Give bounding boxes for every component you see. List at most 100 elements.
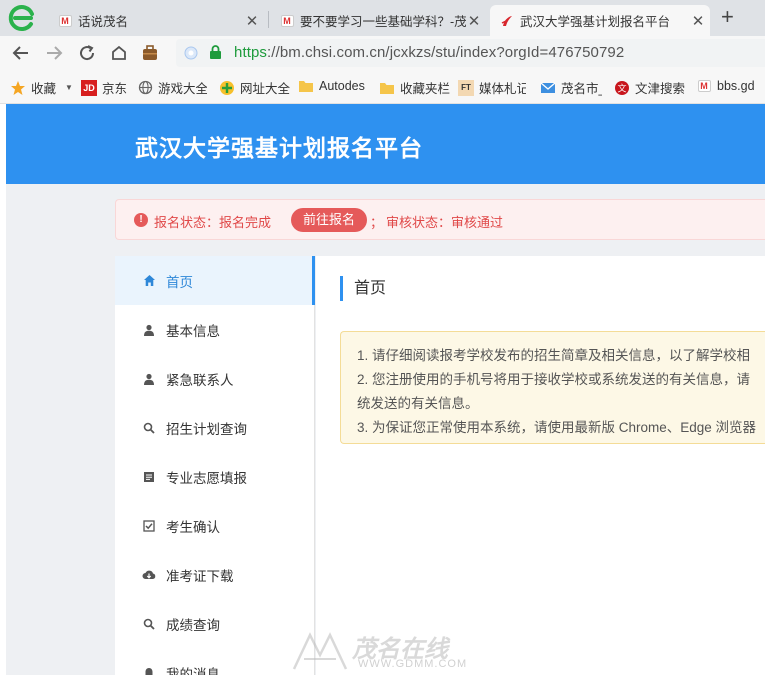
watermark-url: WWW.GDMM.COM [358, 658, 468, 670]
close-icon[interactable]: ✕ [690, 12, 706, 30]
lock-icon [210, 45, 221, 59]
back-button[interactable] [9, 41, 33, 65]
sidebar-item-emergency-contact[interactable]: 紧急联系人 [115, 354, 313, 403]
tab-title: 话说茂名 [78, 15, 129, 29]
watermark-logo-icon [292, 632, 348, 670]
folder-icon [298, 78, 314, 94]
bookmark-label: 媒体札记 [479, 82, 526, 96]
tab-title: 要不要学习一些基础学科？-茂名 [300, 15, 466, 29]
tab-whu-active[interactable]: 武汉大学强基计划报名平台 ✕ [490, 5, 710, 36]
notice-line-2-cont: 统发送的有关信息。 [357, 396, 479, 411]
bookmark-autodesk[interactable]: Autodes [298, 78, 366, 94]
sidebar-item-messages[interactable]: 我的消息 [115, 648, 313, 675]
go-register-button[interactable]: 前往报名 [291, 208, 368, 232]
star-icon [10, 80, 26, 96]
bookmark-wenjin[interactable]: 文 文津搜索 [614, 78, 685, 97]
notice-box: 1. 请仔细阅读报考学校发布的招生简章及相关信息，以了解学校相 2. 您注册使用… [340, 331, 765, 444]
sidebar-item-label: 基本信息 [166, 323, 220, 339]
sidebar-item-admission-ticket[interactable]: 准考证下载 [115, 550, 313, 599]
review-status: 审核状态：审核通过 [386, 215, 504, 230]
ft-icon: FT [458, 79, 474, 96]
page-left-strip [0, 104, 6, 675]
close-icon[interactable]: ✕ [244, 12, 260, 30]
arrow-left-icon [12, 46, 28, 60]
site-info-icon [184, 46, 198, 60]
tab-separator [268, 11, 269, 28]
sidebar-item-score-query[interactable]: 成绩查询 [115, 599, 313, 648]
sidebar-item-basic-info[interactable]: 基本信息 [115, 305, 313, 354]
bookmark-shoucang[interactable]: 收藏 ▼ [10, 78, 73, 97]
url-text[interactable]: https://bm.chsi.com.cn/jcxkzs/stu/index?… [234, 44, 624, 61]
folder-icon [379, 80, 395, 96]
browser-logo-icon[interactable] [7, 3, 37, 33]
sidebar-menu: 首页 基本信息 紧急联系人 招生计划查询 专业志愿填报 考生确认 准考证下载 成… [115, 256, 315, 675]
page-title: 武汉大学强基计划报名平台 [135, 135, 423, 161]
home-button[interactable] [107, 41, 131, 65]
bookmark-label: 收藏夹栏 [400, 82, 451, 96]
globe-icon [137, 80, 153, 96]
bookmark-meiti[interactable]: FT 媒体札记 [458, 78, 526, 97]
sites-icon [219, 80, 235, 96]
bookmark-label: bbs.gd [717, 79, 755, 93]
site-header: 武汉大学强基计划报名平台 [6, 104, 765, 184]
svg-text:文: 文 [617, 82, 626, 94]
sidebar-item-plan-query[interactable]: 招生计划查询 [115, 403, 313, 452]
bookmark-label: 茂名市_ [561, 82, 602, 96]
main-panel [316, 256, 765, 675]
wenjin-icon: 文 [614, 80, 630, 96]
bookmark-label: 文津搜索 [635, 82, 686, 96]
forward-button[interactable] [42, 41, 66, 65]
bookmark-jd[interactable]: JD 京东 [81, 78, 127, 97]
search-icon [142, 617, 156, 631]
sidebar-item-major-application[interactable]: 专业志愿填报 [115, 452, 313, 501]
sidebar-item-label: 准考证下载 [166, 568, 234, 584]
sidebar-divider [314, 305, 315, 675]
status-separator: ； [370, 215, 384, 230]
reload-icon [80, 45, 95, 61]
bookmarks-bar: 收藏 ▼ JD 京东 游戏大全 网址大全 Autodes 收藏夹栏 FT 媒体札… [0, 70, 765, 104]
bookmark-label: Autodes [319, 79, 365, 93]
form-icon [142, 470, 156, 484]
registration-status: 报名状态：报名完成 [154, 215, 272, 230]
reload-button[interactable] [75, 41, 99, 65]
bookmark-bbs[interactable]: M bbs.gd [696, 78, 756, 94]
jd-icon: JD [81, 79, 97, 96]
briefcase-icon [143, 45, 157, 60]
home-icon [112, 45, 126, 60]
mail-icon [540, 80, 556, 96]
bookmark-label: 游戏大全 [158, 82, 207, 96]
briefcase-button[interactable] [138, 41, 162, 65]
notice-line-1: 1. 请仔细阅读报考学校发布的招生简章及相关信息，以了解学校相 [357, 348, 751, 363]
address-bar[interactable]: https://bm.chsi.com.cn/jcxkzs/stu/index?… [176, 39, 765, 67]
bookmark-label: 京东 [102, 82, 128, 96]
tab-huashuo[interactable]: M 话说茂名 ✕ [50, 5, 264, 36]
check-square-icon [142, 519, 156, 533]
bookmark-wangzhi[interactable]: 网址大全 [219, 78, 290, 97]
sidebar-item-label: 成绩查询 [166, 617, 220, 633]
sidebar-item-home[interactable]: 首页 [115, 256, 313, 305]
bookmark-label: 收藏 [31, 82, 57, 96]
tab-title: 武汉大学强基计划报名平台 [520, 15, 671, 29]
url-path: ://bm.chsi.com.cn/jcxkzs/stu/index?orgId… [267, 44, 625, 61]
bookmark-maoming[interactable]: 茂名市_ [540, 78, 602, 97]
active-indicator [312, 256, 315, 305]
bell-icon [142, 666, 156, 675]
sidebar-item-label: 我的消息 [166, 666, 220, 675]
tab-jichu[interactable]: M 要不要学习一些基础学科？-茂名 ✕ [272, 5, 486, 36]
notice-line-2: 2. 您注册使用的手机号将用于接收学校或系统发送的有关信息，请 [357, 372, 751, 387]
bookmark-youxi[interactable]: 游戏大全 [137, 78, 207, 97]
notice-line-3: 3. 为保证您正常使用本系统，请使用最新版 Chrome、Edge 浏览器 [357, 420, 757, 435]
sidebar-item-label: 招生计划查询 [166, 421, 247, 437]
close-icon[interactable]: ✕ [466, 12, 482, 30]
chevron-down-icon[interactable]: ▼ [65, 83, 73, 92]
address-toolbar: https://bm.chsi.com.cn/jcxkzs/stu/index?… [0, 36, 765, 70]
m-site-icon: M [280, 14, 294, 28]
new-tab-button[interactable]: + [721, 5, 734, 29]
status-alert: ! 报名状态：报名完成 前往报名 ； 审核状态：审核通过 [115, 199, 765, 240]
tab-strip: M 话说茂名 ✕ M 要不要学习一些基础学科？-茂名 ✕ 武汉大学强基计划报名平… [0, 0, 765, 36]
arrow-right-icon [47, 46, 63, 60]
watermark: 茂名在线 WWW.GDMM.COM [290, 627, 490, 675]
bookmark-shoucangjia[interactable]: 收藏夹栏 [379, 78, 450, 97]
sidebar-item-label: 考生确认 [166, 519, 220, 535]
sidebar-item-confirmation[interactable]: 考生确认 [115, 501, 313, 550]
